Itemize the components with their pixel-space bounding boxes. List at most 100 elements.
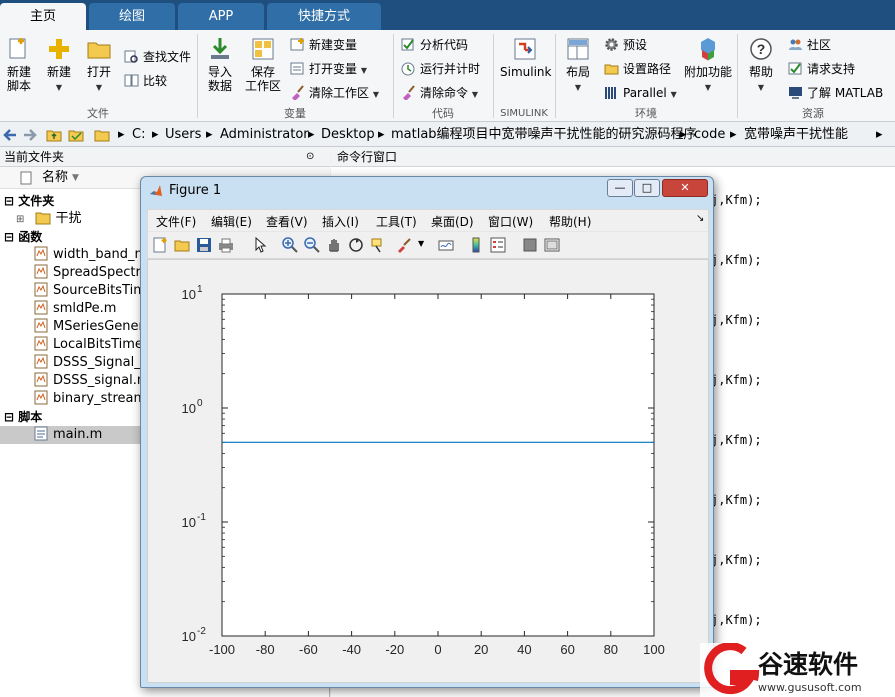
menu-window[interactable]: 窗口(W) bbox=[488, 213, 533, 230]
tab-home[interactable]: 主页 bbox=[0, 3, 86, 30]
help-button[interactable]: ? 帮助 ▼ bbox=[745, 36, 777, 95]
run-and-time-icon bbox=[401, 62, 415, 76]
request-support-button[interactable]: 请求支持 bbox=[788, 60, 855, 78]
path-separator: ▸ bbox=[308, 127, 315, 142]
gususoft-watermark-logo: 谷速软件 www.gususoft.com bbox=[700, 643, 895, 697]
command-line: j,Kfm); bbox=[711, 373, 762, 387]
path-segment-code[interactable]: code bbox=[694, 123, 725, 147]
tab-apps[interactable]: APP bbox=[178, 3, 264, 30]
menu-edit[interactable]: 编辑(E) bbox=[211, 213, 252, 230]
browse-folder-icon[interactable] bbox=[68, 127, 84, 143]
print-icon[interactable] bbox=[218, 237, 234, 253]
menu-tools[interactable]: 工具(T) bbox=[376, 213, 417, 230]
menu-insert[interactable]: 插入(I) bbox=[322, 213, 359, 230]
tab-shortcuts[interactable]: 快捷方式 bbox=[267, 3, 381, 30]
preferences-button[interactable]: 预设 bbox=[604, 36, 647, 54]
link-plot-icon[interactable] bbox=[438, 237, 454, 253]
path-segment-project[interactable]: matlab编程项目中宽带噪声干扰性能的研究源码程序 bbox=[391, 123, 697, 147]
parallel-button[interactable]: Parallel ▼ bbox=[604, 84, 677, 102]
close-button[interactable]: ✕ bbox=[662, 179, 708, 197]
new-button[interactable]: 新建 ▼ bbox=[42, 36, 76, 95]
maximize-button[interactable]: □ bbox=[634, 179, 660, 197]
command-line: j,Kfm); bbox=[711, 193, 762, 207]
save-icon[interactable] bbox=[196, 237, 212, 253]
new-figure-icon[interactable] bbox=[152, 237, 168, 253]
panel-menu-icon[interactable]: ⊙ bbox=[306, 147, 314, 167]
simulink-button[interactable]: Simulink bbox=[500, 36, 551, 79]
legend-icon[interactable] bbox=[490, 237, 506, 253]
minimize-button[interactable]: — bbox=[607, 179, 633, 197]
function-item[interactable]: MSeriesGenera bbox=[34, 318, 152, 336]
new-script-button[interactable]: 新建 脚本 bbox=[4, 36, 34, 93]
plot-area[interactable]: -100 -80 -60 -40 -20 0 20 40 60 80 10010 110 010 -110… bbox=[148, 260, 710, 684]
new-variable-button[interactable]: 新建变量 bbox=[290, 36, 357, 54]
function-item[interactable]: LocalBitsTimeS bbox=[34, 336, 151, 354]
open-variable-dropdown-icon: ▼ bbox=[360, 66, 367, 75]
analyze-code-button[interactable]: 分析代码 bbox=[401, 36, 468, 54]
clear-commands-icon bbox=[403, 85, 415, 100]
path-segment-current[interactable]: 宽带噪声干扰性能 bbox=[744, 123, 848, 147]
m-file-icon bbox=[34, 318, 48, 333]
m-file-icon bbox=[34, 264, 48, 279]
function-item[interactable]: DSSS_signal.m bbox=[34, 372, 150, 390]
open-file-icon[interactable] bbox=[174, 237, 190, 253]
pointer-icon[interactable] bbox=[252, 237, 268, 253]
import-data-button[interactable]: 导入 数据 bbox=[202, 36, 238, 93]
function-item[interactable]: SourceBitsTime bbox=[34, 282, 154, 300]
hide-plot-tools-icon[interactable] bbox=[522, 237, 538, 253]
function-item[interactable]: SpreadSpectru bbox=[34, 264, 149, 282]
up-folder-icon[interactable] bbox=[46, 127, 62, 143]
section-folders-label: 文件夹 bbox=[18, 194, 55, 208]
folder-item[interactable]: ⊞ 干扰 bbox=[16, 210, 82, 228]
brush-icon[interactable] bbox=[396, 237, 412, 253]
command-line: j,Kfm); bbox=[711, 553, 762, 567]
run-and-time-button[interactable]: 运行并计时 bbox=[401, 60, 480, 78]
ribbon-separator bbox=[393, 34, 394, 118]
show-plot-tools-icon[interactable] bbox=[544, 237, 560, 253]
path-segment-users[interactable]: Users bbox=[165, 123, 201, 147]
layout-button[interactable]: 布局 ▼ bbox=[562, 36, 594, 95]
figure-window[interactable]: Figure 1 — □ ✕ 文件(F) 编辑(E) 查看(V) 插入(I) 工… bbox=[140, 176, 714, 688]
import-data-label: 导入 数据 bbox=[207, 65, 232, 93]
add-ons-button[interactable]: 附加功能 ▼ bbox=[684, 36, 732, 95]
back-arrow-icon[interactable] bbox=[2, 127, 18, 143]
layout-dropdown-icon: ▼ bbox=[574, 83, 582, 92]
zoom-in-icon[interactable] bbox=[282, 237, 298, 253]
function-item[interactable]: DSSS_Signal_D bbox=[34, 354, 151, 372]
clear-workspace-button[interactable]: 清除工作区 ▼ bbox=[290, 84, 379, 102]
menu-desktop[interactable]: 桌面(D) bbox=[431, 213, 474, 230]
zoom-out-icon[interactable] bbox=[304, 237, 320, 253]
open-variable-label: 打开变量 bbox=[309, 62, 358, 76]
clear-commands-button[interactable]: 清除命令 ▼ bbox=[401, 84, 478, 102]
compare-button[interactable]: 比较 bbox=[124, 72, 167, 90]
function-item[interactable]: binary_stream_ bbox=[34, 390, 153, 408]
menu-file[interactable]: 文件(F) bbox=[156, 213, 196, 230]
new-label: 新建 bbox=[46, 65, 71, 79]
path-segment-desktop[interactable]: Desktop bbox=[321, 123, 375, 147]
figure-canvas[interactable]: -100 -80 -60 -40 -20 0 20 40 60 80 100 10 1 10 0 10 -1 10… bbox=[147, 259, 709, 683]
menu-view[interactable]: 查看(V) bbox=[266, 213, 308, 230]
function-item[interactable]: smldPe.m bbox=[34, 300, 116, 318]
path-segment-drive[interactable]: C: bbox=[132, 123, 145, 147]
figure-titlebar[interactable]: Figure 1 — □ ✕ bbox=[141, 177, 713, 205]
function-item[interactable]: width_band_no bbox=[34, 246, 151, 264]
find-files-button[interactable]: 查找文件 bbox=[124, 48, 191, 66]
data-cursor-icon[interactable] bbox=[370, 237, 386, 253]
preferences-label: 预设 bbox=[623, 38, 648, 52]
brush-dropdown-icon[interactable]: ▼ bbox=[418, 239, 424, 248]
save-workspace-label: 保存 工作区 bbox=[244, 65, 281, 93]
set-path-button[interactable]: 设置路径 bbox=[604, 60, 671, 78]
open-button[interactable]: 打开 ▼ bbox=[82, 36, 116, 95]
pan-hand-icon[interactable] bbox=[326, 237, 342, 253]
save-workspace-button[interactable]: 保存 工作区 bbox=[244, 36, 282, 93]
forward-arrow-icon[interactable] bbox=[22, 127, 38, 143]
dock-arrow-icon[interactable]: ↘ bbox=[696, 213, 704, 224]
open-variable-button[interactable]: 打开变量 ▼ bbox=[290, 60, 367, 78]
rotate-3d-icon[interactable] bbox=[348, 237, 364, 253]
menu-help[interactable]: 帮助(H) bbox=[549, 213, 591, 230]
path-segment-administrator[interactable]: Administrator bbox=[220, 123, 309, 147]
learn-matlab-button[interactable]: 了解 MATLAB bbox=[788, 84, 883, 102]
community-button[interactable]: 社区 bbox=[788, 36, 831, 54]
colorbar-icon[interactable] bbox=[468, 237, 484, 253]
tab-plots[interactable]: 绘图 bbox=[89, 3, 175, 30]
